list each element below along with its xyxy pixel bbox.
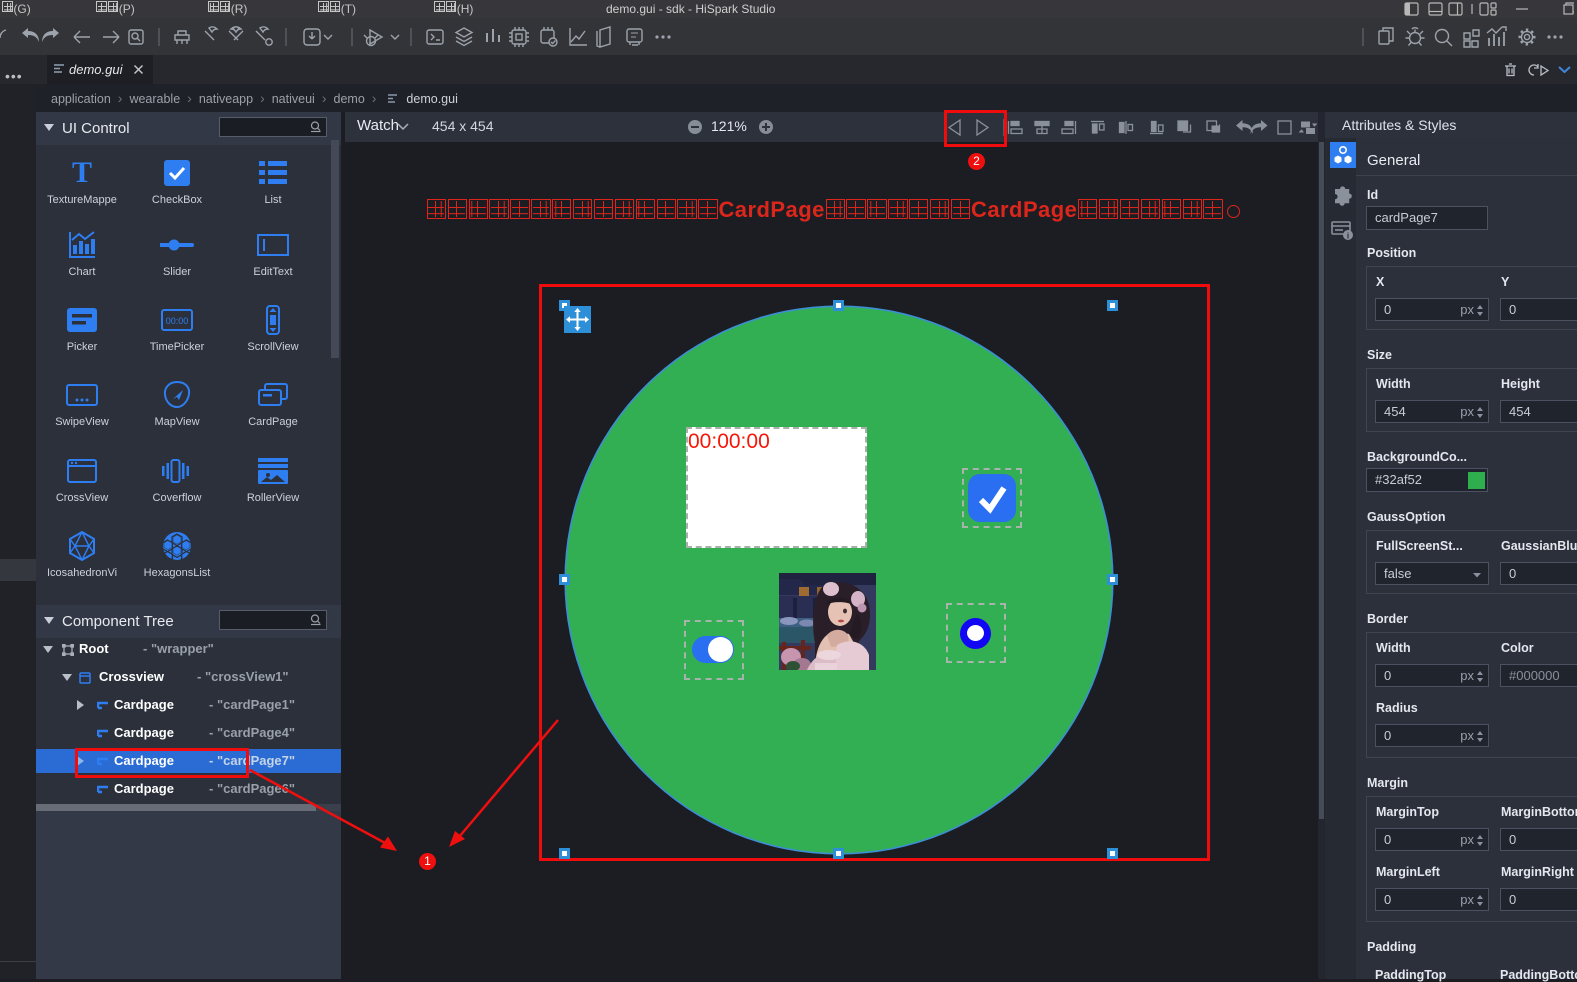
svg-text:i: i	[1347, 232, 1349, 241]
svg-text:00:00: 00:00	[166, 316, 189, 326]
